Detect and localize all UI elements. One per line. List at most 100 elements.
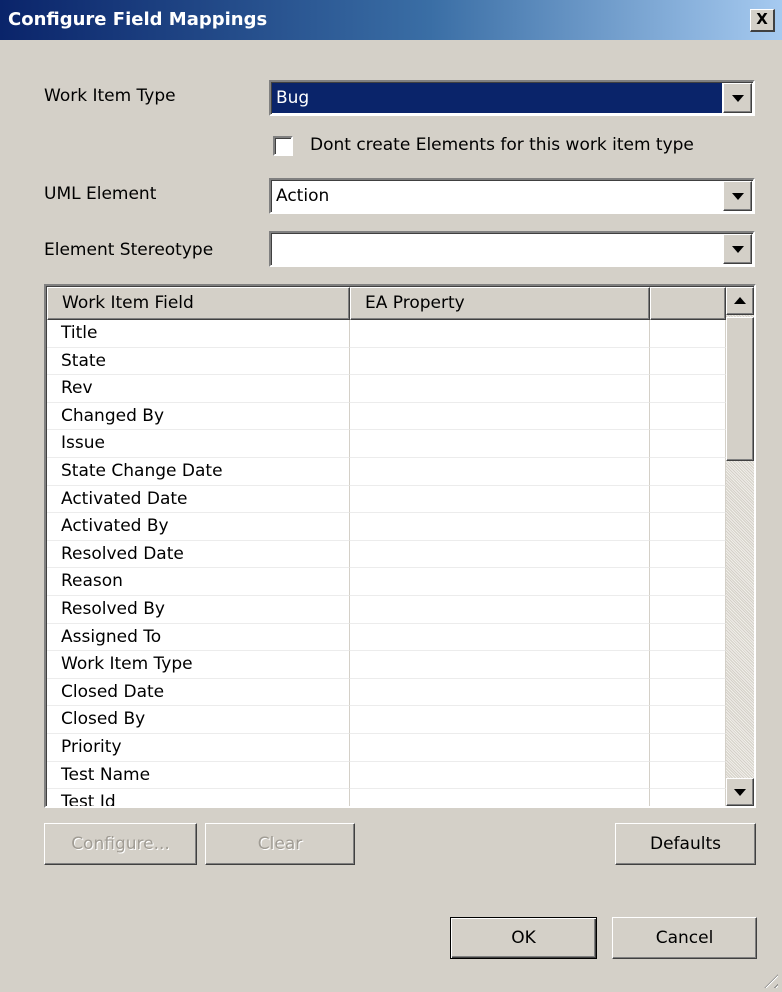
defaults-button[interactable]: Defaults — [615, 823, 756, 865]
window-title: Configure Field Mappings — [8, 9, 268, 30]
ea-property-cell[interactable] — [350, 761, 650, 790]
work-item-type-label: Work Item Type — [44, 86, 176, 106]
extra-cell — [650, 623, 726, 652]
ea-property-cell[interactable] — [350, 457, 650, 486]
dont-create-elements-label[interactable]: Dont create Elements for this work item … — [310, 135, 694, 155]
grid-body: Title State Rev Changed By Issue State Change… — [47, 320, 726, 806]
table-row[interactable]: Reason — [47, 568, 726, 596]
work-item-type-value: Bug — [272, 83, 722, 113]
work-item-field-cell[interactable]: Resolved By — [47, 595, 350, 624]
table-row[interactable]: Resolved By — [47, 595, 726, 624]
work-item-type-dropdown-button[interactable] — [723, 83, 752, 113]
work-item-field-cell[interactable]: Priority — [47, 733, 350, 762]
work-item-field-cell[interactable]: Title — [47, 320, 350, 348]
extra-cell — [650, 706, 726, 734]
work-item-field-cell[interactable]: Test Id — [47, 789, 350, 806]
element-stereotype-dropdown[interactable] — [269, 231, 755, 267]
ea-property-cell[interactable] — [350, 706, 650, 734]
resize-grip-icon[interactable] — [760, 968, 778, 988]
column-header-extra[interactable] — [650, 287, 726, 320]
extra-cell — [650, 595, 726, 624]
dont-create-elements-checkbox[interactable] — [273, 136, 293, 156]
ea-property-cell[interactable] — [350, 375, 650, 403]
ea-property-cell[interactable] — [350, 733, 650, 762]
chevron-down-icon — [731, 95, 744, 102]
ea-property-cell[interactable] — [350, 347, 650, 376]
table-row[interactable]: Closed By — [47, 706, 726, 734]
close-icon: X — [756, 10, 768, 28]
ea-property-cell[interactable] — [350, 402, 650, 431]
uml-element-value: Action — [276, 186, 330, 206]
clear-button[interactable]: Clear — [205, 823, 355, 865]
work-item-field-cell[interactable]: Resolved Date — [47, 540, 350, 569]
cancel-button[interactable]: Cancel — [612, 917, 757, 959]
table-row[interactable]: Activated Date — [47, 485, 726, 514]
extra-cell — [650, 733, 726, 762]
table-row[interactable]: Test Id — [47, 789, 726, 806]
work-item-field-cell[interactable]: Assigned To — [47, 623, 350, 652]
uml-element-dropdown[interactable]: Action — [269, 178, 755, 214]
work-item-field-cell[interactable]: Rev — [47, 375, 350, 403]
ea-property-cell[interactable] — [350, 320, 650, 348]
grid-header: Work Item Field EA Property — [47, 287, 726, 320]
work-item-field-cell[interactable]: Test Name — [47, 761, 350, 790]
table-row[interactable]: Changed By — [47, 402, 726, 431]
extra-cell — [650, 678, 726, 707]
ea-property-cell[interactable] — [350, 789, 650, 806]
ea-property-cell[interactable] — [350, 595, 650, 624]
work-item-field-cell[interactable]: Reason — [47, 568, 350, 596]
work-item-type-dropdown[interactable]: Bug — [269, 80, 755, 116]
ea-property-cell[interactable] — [350, 568, 650, 596]
element-stereotype-label: Element Stereotype — [44, 240, 214, 260]
table-row[interactable]: Closed Date — [47, 678, 726, 707]
configure-button[interactable]: Configure... — [44, 823, 197, 865]
ea-property-cell[interactable] — [350, 485, 650, 514]
work-item-field-cell[interactable]: Activated By — [47, 513, 350, 541]
ea-property-cell[interactable] — [350, 651, 650, 679]
work-item-field-cell[interactable]: Activated Date — [47, 485, 350, 514]
table-row[interactable]: Activated By — [47, 513, 726, 541]
table-row[interactable]: Rev — [47, 375, 726, 403]
arrow-down-icon — [734, 789, 746, 796]
field-mapping-grid[interactable]: Work Item Field EA Property Title State Re… — [44, 284, 756, 808]
table-row[interactable]: Title — [47, 320, 726, 348]
extra-cell — [650, 568, 726, 596]
table-row[interactable]: Priority — [47, 733, 726, 762]
work-item-field-cell[interactable]: State Change Date — [47, 457, 350, 486]
scroll-thumb[interactable] — [726, 317, 754, 461]
work-item-field-cell[interactable]: State — [47, 347, 350, 376]
title-bar[interactable]: Configure Field Mappings X — [0, 0, 782, 40]
chevron-down-icon — [731, 246, 744, 253]
column-header-work-item-field[interactable]: Work Item Field — [47, 287, 350, 320]
uml-element-label: UML Element — [44, 184, 157, 204]
ea-property-cell[interactable] — [350, 678, 650, 707]
table-row[interactable]: Test Name — [47, 761, 726, 790]
extra-cell — [650, 651, 726, 679]
ea-property-cell[interactable] — [350, 540, 650, 569]
close-button[interactable]: X — [750, 9, 775, 32]
ea-property-cell[interactable] — [350, 430, 650, 458]
chevron-down-icon — [731, 193, 744, 200]
scroll-up-button[interactable] — [726, 287, 754, 315]
table-row[interactable]: Resolved Date — [47, 540, 726, 569]
table-row[interactable]: Assigned To — [47, 623, 726, 652]
table-row[interactable]: State — [47, 347, 726, 376]
table-row[interactable]: State Change Date — [47, 457, 726, 486]
table-row[interactable]: Work Item Type — [47, 651, 726, 679]
element-stereotype-dropdown-button[interactable] — [723, 234, 752, 264]
work-item-field-cell[interactable]: Changed By — [47, 402, 350, 431]
column-header-ea-property[interactable]: EA Property — [350, 287, 650, 320]
ea-property-cell[interactable] — [350, 513, 650, 541]
work-item-field-cell[interactable]: Work Item Type — [47, 651, 350, 679]
work-item-field-cell[interactable]: Issue — [47, 430, 350, 458]
grid-scrollbar[interactable] — [726, 287, 754, 806]
ea-property-cell[interactable] — [350, 623, 650, 652]
work-item-field-cell[interactable]: Closed By — [47, 706, 350, 734]
uml-element-dropdown-button[interactable] — [723, 181, 752, 211]
extra-cell — [650, 430, 726, 458]
ok-button[interactable]: OK — [450, 917, 597, 959]
scroll-down-button[interactable] — [726, 778, 754, 806]
table-row[interactable]: Issue — [47, 430, 726, 458]
work-item-field-cell[interactable]: Closed Date — [47, 678, 350, 707]
extra-cell — [650, 320, 726, 348]
